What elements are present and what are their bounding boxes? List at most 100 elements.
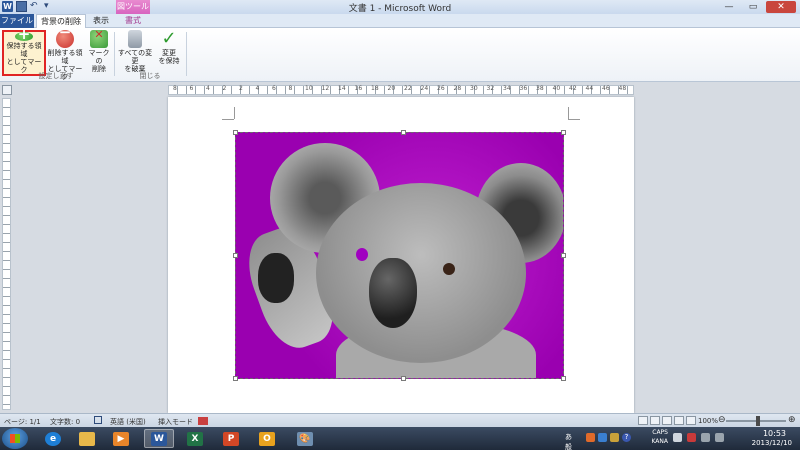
mark-areas-to-keep-button[interactable]: 保持する領域 としてマーク	[2, 30, 46, 76]
status-bar: ページ: 1/1 文字数: 0 英語 (米国) 挿入モード 100% ⊖ ⊕	[0, 413, 800, 427]
resize-handle[interactable]	[233, 130, 238, 135]
ruler-label: 2	[239, 85, 243, 92]
resize-handle[interactable]	[561, 376, 566, 381]
start-button[interactable]	[2, 428, 28, 449]
tab-view[interactable]: 表示	[88, 14, 114, 28]
resize-handle[interactable]	[233, 253, 238, 258]
koala-paw	[258, 253, 294, 303]
outlook-icon[interactable]: O	[252, 429, 282, 448]
checkmark-icon: ✓	[161, 28, 177, 49]
minimize-icon[interactable]: —	[718, 1, 740, 13]
crop-mark	[568, 107, 569, 119]
resize-handle[interactable]	[401, 130, 406, 135]
powerpoint-icon[interactable]: P	[216, 429, 246, 448]
koala-left-eye	[356, 248, 368, 261]
draft-icon[interactable]	[686, 416, 696, 425]
explorer-icon[interactable]	[72, 429, 102, 448]
ruler-label: 48	[618, 85, 627, 92]
excel-icon[interactable]: X	[180, 429, 210, 448]
ruler-label: 10	[305, 85, 313, 92]
ruler-label: 28	[453, 85, 462, 92]
button-label: すべての変更	[117, 49, 153, 65]
trash-icon	[128, 30, 142, 48]
zoom-slider-thumb[interactable]	[756, 416, 760, 426]
language-indicator[interactable]: 英語 (米国)	[110, 417, 146, 427]
ruler-label: 24	[420, 85, 429, 92]
keep-changes-button[interactable]: ✓ 変更 を保持	[156, 28, 182, 66]
button-label: 保持する領域	[6, 42, 42, 58]
delete-mark-icon	[90, 30, 108, 48]
web-layout-icon[interactable]	[662, 416, 672, 425]
volume-icon[interactable]	[715, 433, 724, 442]
ruler-label: 26	[437, 85, 445, 92]
resize-handle[interactable]	[561, 253, 566, 258]
ruler-label: 12	[321, 85, 330, 92]
ruler-label: 14	[338, 85, 346, 92]
resize-handle[interactable]	[401, 376, 406, 381]
ruler-label: 46	[602, 85, 610, 92]
ime-indicator[interactable]: あ 般	[565, 432, 572, 450]
maximize-icon[interactable]: ▭	[742, 1, 764, 13]
network-icon[interactable]	[701, 433, 710, 442]
ruler-label: 4	[206, 85, 210, 92]
ruler-label: 36	[519, 85, 528, 92]
ruler-label: 2	[222, 85, 227, 92]
clock-date[interactable]: 2013/12/10	[752, 439, 792, 447]
full-screen-icon[interactable]	[650, 416, 660, 425]
discard-all-changes-button[interactable]: すべての変更 を破棄	[116, 30, 154, 73]
paint-icon[interactable]: 🎨	[290, 429, 320, 448]
vertical-ruler[interactable]	[2, 98, 11, 410]
tab-format[interactable]: 書式	[116, 14, 150, 28]
media-player-icon[interactable]: ▶	[106, 429, 136, 448]
macro-icon[interactable]	[198, 417, 208, 425]
button-label: 変更	[162, 49, 176, 57]
koala-nose	[369, 258, 417, 328]
crop-mark	[222, 119, 234, 120]
group-separator	[186, 32, 187, 76]
plus-icon	[15, 30, 33, 41]
resize-handle[interactable]	[233, 376, 238, 381]
ruler-label: 18	[371, 85, 379, 92]
ruler-label: 4	[255, 85, 260, 92]
close-icon[interactable]: ✕	[766, 1, 796, 13]
clock-time[interactable]: 10:53	[763, 429, 786, 438]
delete-mark-button[interactable]: マークの 削除	[86, 30, 112, 73]
ruler-label: 8	[173, 85, 177, 92]
page-count[interactable]: ページ: 1/1	[4, 417, 41, 427]
ruler-toggle-icon[interactable]	[2, 85, 12, 95]
ruler-label: 16	[354, 85, 363, 92]
zoom-out-icon[interactable]: ⊖	[718, 415, 726, 425]
ie-icon[interactable]: e	[38, 429, 68, 448]
ruler-label: 38	[536, 85, 544, 92]
ruler-label: 22	[404, 85, 412, 92]
zoom-level[interactable]: 100%	[698, 417, 718, 425]
ime-dict-icon[interactable]	[610, 433, 619, 442]
ruler-label: 32	[486, 85, 495, 92]
ruler-label: 6	[272, 85, 276, 92]
word-taskbar-icon[interactable]: W	[144, 429, 174, 448]
ribbon: 保持する領域 としてマーク 削除する領域 としてマーク マークの 削除 すべての…	[0, 28, 800, 82]
resize-handle[interactable]	[561, 130, 566, 135]
title-bar: W ↶ ▾ 文書 1 - Microsoft Word 図ツール — ▭ ✕	[0, 0, 800, 14]
ime-pad-icon[interactable]	[598, 433, 607, 442]
koala-right-eye	[443, 263, 455, 275]
kana-indicator: KANA	[651, 438, 668, 445]
word-count[interactable]: 文字数: 0	[50, 417, 80, 427]
insert-mode[interactable]: 挿入モード	[158, 417, 193, 427]
ruler-label: 44	[585, 85, 594, 92]
tray-expand-icon[interactable]	[673, 433, 682, 442]
proofing-icon[interactable]	[94, 416, 102, 424]
outline-icon[interactable]	[674, 416, 684, 425]
ruler-label: 6	[189, 85, 194, 92]
group-separator	[114, 32, 115, 76]
print-layout-icon[interactable]	[638, 416, 648, 425]
action-center-icon[interactable]	[687, 433, 696, 442]
ime-tool-icon[interactable]	[586, 433, 595, 442]
help-icon[interactable]: ?	[622, 433, 631, 442]
horizontal-ruler[interactable]: 8 6 4 2 2 4 6 8 10 12 14 16 18 20 22 24 26 28 30 32 34 36 38 40…	[168, 85, 634, 95]
koala-image[interactable]	[235, 132, 564, 379]
crop-mark	[568, 119, 580, 120]
ruler-label: 20	[387, 85, 396, 92]
zoom-in-icon[interactable]: ⊕	[788, 415, 796, 425]
ruler-label: 42	[569, 85, 577, 92]
